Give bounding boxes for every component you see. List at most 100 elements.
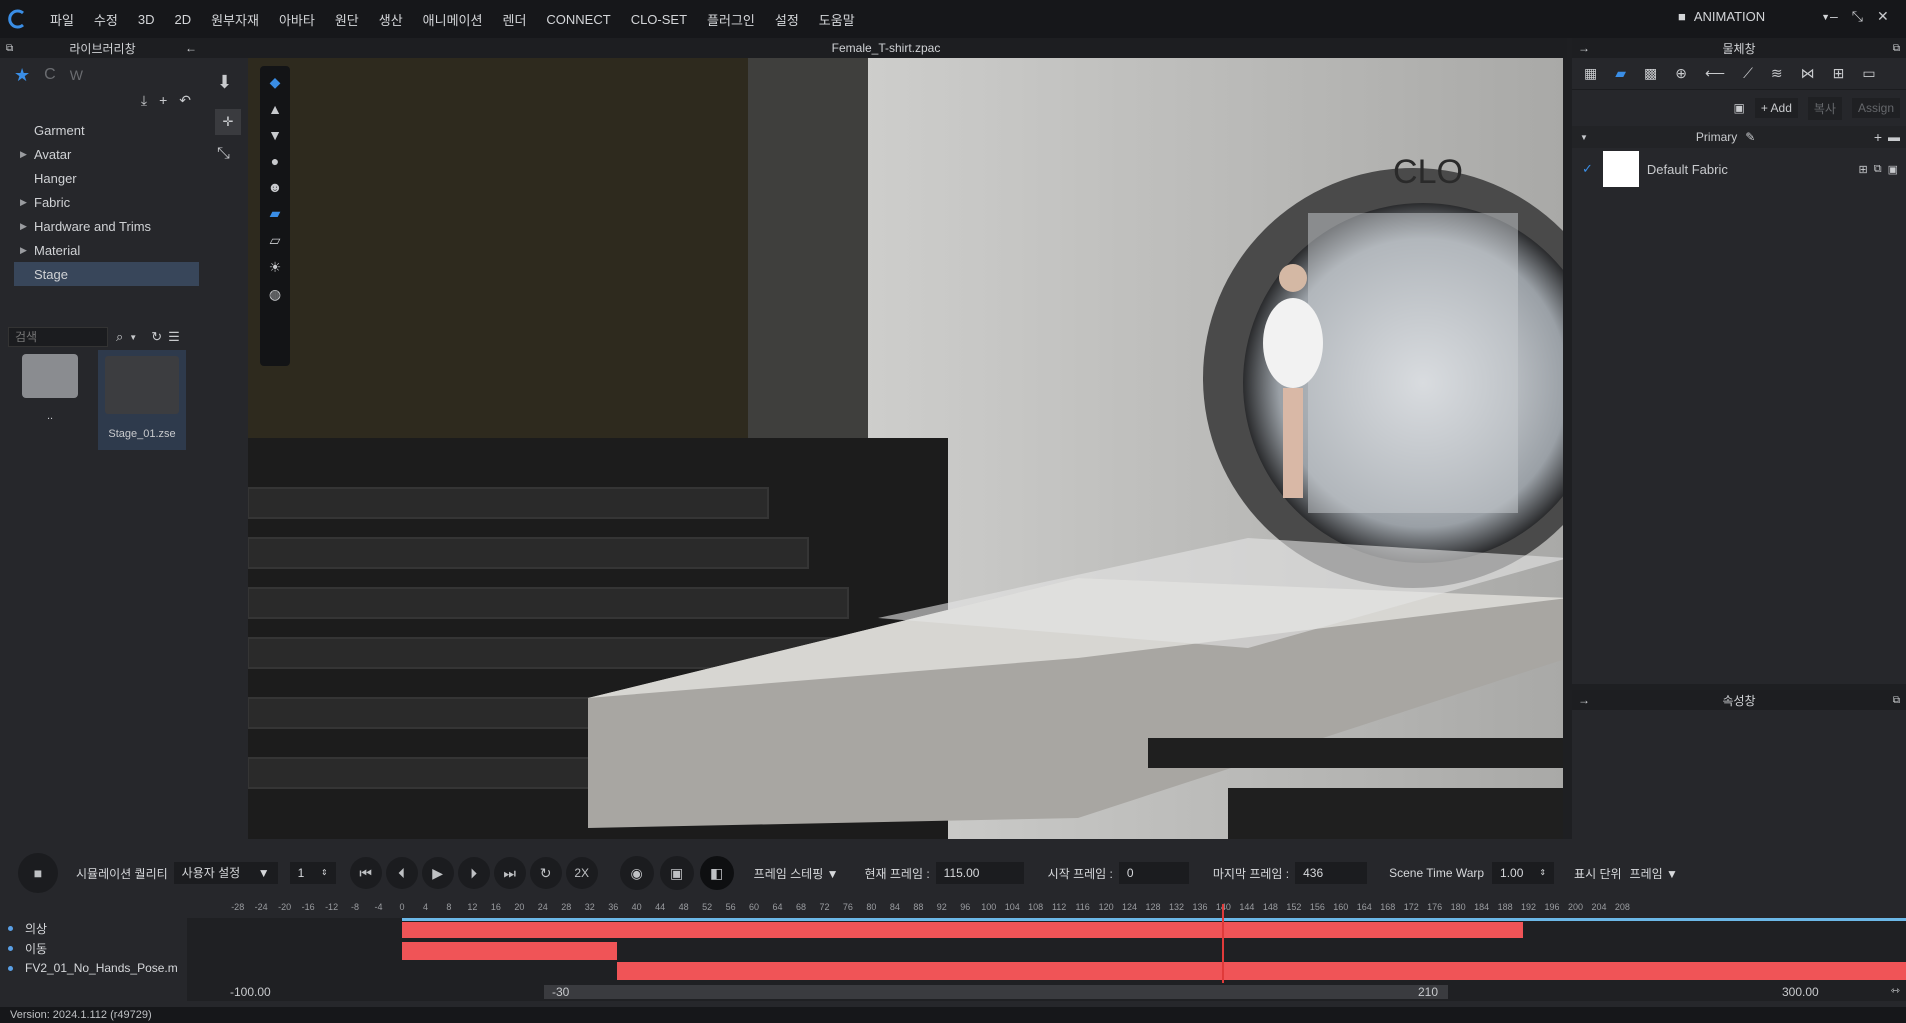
file-item-stage[interactable]: Stage_01.zse <box>98 350 186 450</box>
menu-item-13[interactable]: 설정 <box>765 10 809 29</box>
refresh-icon[interactable]: ↻ <box>151 329 162 345</box>
expand-icon[interactable]: ⊞ <box>1859 163 1868 176</box>
track-label-row[interactable]: 의상 <box>0 918 187 938</box>
play-button[interactable]: ▶ <box>421 857 454 889</box>
tree-item-garment[interactable]: Garment <box>0 118 205 142</box>
tab-graphic-icon[interactable]: ▩ <box>1644 65 1657 82</box>
tshirt-icon[interactable]: ▼ <box>268 127 282 143</box>
favorites-star-icon[interactable]: ★ <box>14 65 30 86</box>
primary-group-row[interactable]: ▼ Primary ✎ + ▬ <box>1572 126 1906 148</box>
tab-measure-icon[interactable]: ▭ <box>1862 65 1875 82</box>
clo-tab-icon[interactable]: C <box>44 66 56 84</box>
assign-button[interactable]: Assign <box>1851 98 1900 118</box>
sim-quality-select[interactable]: 사용자 설정 ▼ <box>173 862 278 884</box>
menu-item-11[interactable]: CLO-SET <box>621 12 697 27</box>
transform-tool-icon[interactable]: ⤡ <box>217 145 248 163</box>
tab-button-icon[interactable]: ⊕ <box>1675 65 1687 82</box>
file-item-parent[interactable]: .. <box>20 354 80 450</box>
fit-range-icon[interactable]: ⇿ <box>1891 984 1900 997</box>
duplicate-icon[interactable]: ▣ <box>1888 163 1898 176</box>
minimize-icon[interactable]: – <box>1830 8 1838 25</box>
prev-frame-button[interactable]: ⏴ <box>385 857 418 889</box>
time-warp-stepper[interactable]: 1.00 ⇕ <box>1492 862 1555 884</box>
record-camera-button[interactable]: ■ <box>18 853 58 893</box>
copy-button[interactable]: 복사 <box>1807 96 1842 120</box>
chevron-down-icon[interactable]: ▼ <box>1580 133 1588 142</box>
frame-ruler[interactable]: -28 -24 -20 -16 -12 -8 -4 0 4 8 12 16 20 24 28 32 36 40 44… <box>187 902 1906 917</box>
step-stepper[interactable]: 1 ⇕ <box>289 862 336 884</box>
menu-item-3[interactable]: 2D <box>164 12 201 27</box>
menu-item-9[interactable]: 렌더 <box>492 10 536 29</box>
chevron-down-icon[interactable]: ▼ <box>129 333 137 342</box>
menu-item-8[interactable]: 애니메이션 <box>413 10 493 29</box>
speed-button[interactable]: 2X <box>565 857 598 889</box>
record-camera-button-2[interactable]: ◧ <box>699 856 734 890</box>
frame-stepping-dropdown[interactable]: 프레임 스테핑 ▼ <box>754 865 839 882</box>
marketplace-tab-icon[interactable]: W <box>70 67 83 83</box>
tab-puckering-icon[interactable]: ≋ <box>1771 65 1783 82</box>
folder-icon[interactable]: ▬ <box>1888 130 1900 144</box>
close-icon[interactable]: ✕ <box>1877 8 1889 25</box>
list-view-icon[interactable]: ☰ <box>168 329 180 345</box>
download-arrow-icon[interactable]: ⬇ <box>217 72 248 93</box>
props-icon[interactable]: ● <box>271 153 279 169</box>
range-slider[interactable]: -30 210 <box>544 985 1448 999</box>
tab-buttonhole-icon[interactable]: ⟵ <box>1705 65 1725 82</box>
collapse-arrow-icon[interactable]: → <box>1578 41 1590 55</box>
garment-icon[interactable]: ▲ <box>268 101 282 117</box>
expand-arrow-icon[interactable]: ▶ <box>20 197 27 208</box>
lighting-icon[interactable]: ☀ <box>269 259 282 276</box>
move-track-bar[interactable] <box>402 942 617 960</box>
tree-item-stage[interactable]: Stage <box>14 262 199 286</box>
next-frame-button[interactable]: ⏵ <box>457 857 490 889</box>
menu-item-5[interactable]: 아바타 <box>269 10 325 29</box>
mode-selector[interactable]: ■ ANIMATION ▼ <box>1678 9 1830 24</box>
undo-icon[interactable]: ↶ <box>179 92 191 112</box>
menu-item-0[interactable]: 파일 <box>40 10 84 29</box>
tree-item-hanger[interactable]: Hanger <box>0 166 205 190</box>
move-tool-icon[interactable]: ✛ <box>215 109 241 135</box>
tree-item-material[interactable]: ▶ Material <box>0 238 205 262</box>
tree-item-fabric[interactable]: ▶ Fabric <box>0 190 205 214</box>
texture-icon[interactable]: ▱ <box>270 232 281 249</box>
float-panel-icon[interactable]: ⧉ <box>6 43 13 54</box>
search-icon[interactable]: ⌕ <box>116 329 123 345</box>
track-area[interactable] <box>187 904 1906 984</box>
open-folder-icon[interactable]: ▣ <box>1733 101 1744 115</box>
fabric-row[interactable]: ✓ Default Fabric ⊞ ⧉ ▣ <box>1572 148 1906 190</box>
track-label-row[interactable]: 이동 <box>0 938 187 958</box>
track-label-row[interactable]: FV2_01_No_Hands_Pose.m <box>0 958 187 978</box>
display-unit-select[interactable]: 프레임 ▼ <box>1630 865 1678 882</box>
add-icon[interactable]: + <box>159 92 167 112</box>
menu-item-1[interactable]: 수정 <box>84 10 128 29</box>
tab-fabric-icon[interactable]: ▰ <box>1615 65 1626 82</box>
menu-item-6[interactable]: 원단 <box>325 10 369 29</box>
add-fabric-button[interactable]: + Add <box>1754 98 1798 118</box>
expand-arrow-icon[interactable]: ▶ <box>20 149 27 160</box>
tree-item-avatar[interactable]: ▶ Avatar <box>0 142 205 166</box>
first-frame-button[interactable]: ⏮ <box>349 857 382 889</box>
menu-item-4[interactable]: 원부자재 <box>201 10 269 29</box>
last-frame-button[interactable]: ⏭ <box>493 857 526 889</box>
expand-arrow-icon[interactable]: ▶ <box>20 221 27 232</box>
record-video-button[interactable]: ▣ <box>659 856 694 890</box>
record-garment-button[interactable]: ◉ <box>619 856 654 890</box>
globe-icon[interactable]: ◍ <box>269 286 281 303</box>
playhead[interactable] <box>1222 904 1224 984</box>
checkmark-icon[interactable]: ✓ <box>1582 161 1593 177</box>
loop-button[interactable]: ↻ <box>529 857 562 889</box>
expand-arrow-icon[interactable]: ▶ <box>20 245 27 256</box>
menu-item-7[interactable]: 생산 <box>369 10 413 29</box>
tab-topstitch-icon[interactable]: ⟋ <box>1743 65 1753 82</box>
edit-pencil-icon[interactable]: ✎ <box>1745 130 1755 144</box>
pose-track-bar[interactable] <box>617 962 1906 980</box>
fabric-icon[interactable]: ▰ <box>270 205 281 222</box>
float-panel-icon[interactable]: ⧉ <box>1893 43 1900 54</box>
collapse-arrow-icon[interactable]: → <box>1578 693 1590 707</box>
garment-track-bar[interactable] <box>402 922 1523 938</box>
avatar-icon[interactable]: ☻ <box>268 179 283 195</box>
menu-item-2[interactable]: 3D <box>128 12 165 27</box>
collapse-arrow-icon[interactable]: ← <box>185 41 197 55</box>
3d-viewport[interactable]: CLO <box>248 58 1563 839</box>
end-frame-input[interactable]: 436 <box>1295 862 1368 884</box>
